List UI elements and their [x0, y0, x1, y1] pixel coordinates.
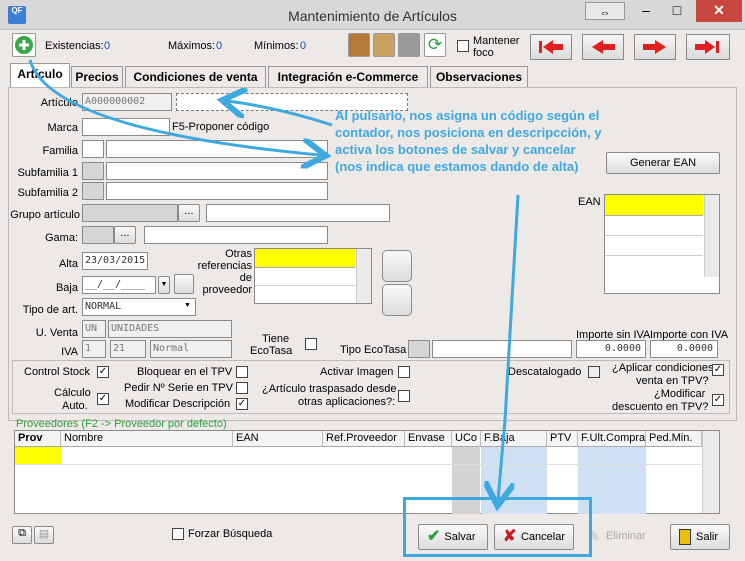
arrow-to-save-cancel: [498, 194, 520, 500]
arrow-to-description: [228, 101, 333, 127]
arrow-from-new-button: [28, 59, 320, 155]
annotation-arrows: [28, 59, 520, 561]
